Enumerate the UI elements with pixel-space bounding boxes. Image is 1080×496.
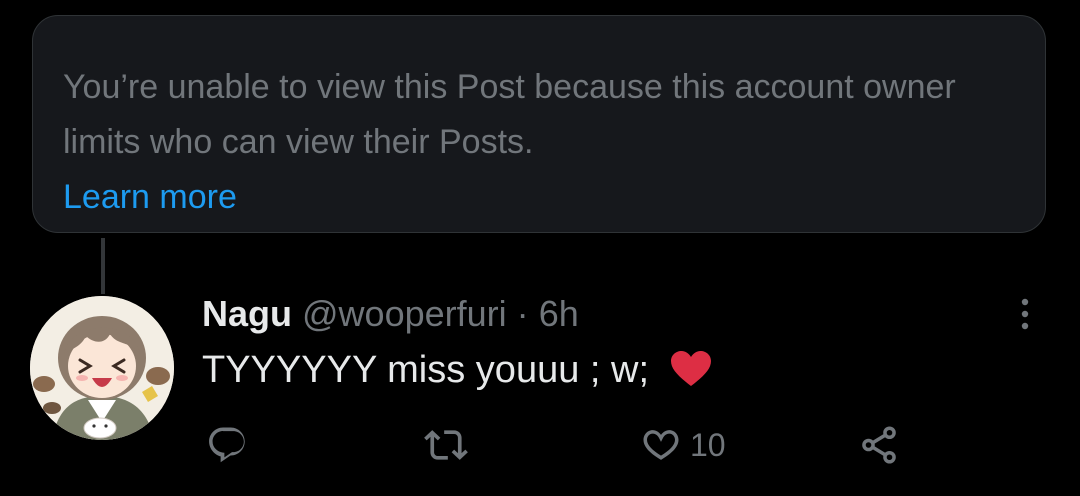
avatar[interactable]	[30, 296, 174, 440]
notice-message: You’re unable to view this Post because …	[63, 68, 956, 161]
heart-icon	[643, 430, 679, 460]
repost-icon	[424, 430, 468, 460]
like-count: 10	[690, 426, 726, 463]
share-icon	[862, 426, 896, 464]
restricted-post-notice: You’re unable to view this Post because …	[32, 15, 1046, 233]
post-text: TYYYYYY miss youuu ; w;	[202, 349, 650, 391]
repost-button[interactable]	[424, 422, 476, 468]
reply-button[interactable]	[206, 422, 256, 468]
learn-more-link[interactable]: Learn more	[63, 170, 237, 225]
author-handle[interactable]: @wooperfuri	[302, 293, 507, 334]
anime-character-avatar-icon	[30, 296, 174, 440]
thread-connector-line	[101, 238, 105, 294]
post-header: Nagu @wooperfuri · 6h	[202, 292, 579, 336]
author-name[interactable]: Nagu	[202, 293, 292, 334]
share-button[interactable]	[858, 422, 908, 468]
like-button[interactable]: 10	[640, 422, 726, 468]
more-options-button[interactable]	[1010, 292, 1040, 336]
post-timestamp[interactable]: 6h	[539, 293, 579, 334]
post-text-container: TYYYYYY miss youuu ; w;	[202, 346, 712, 400]
header-separator: ·	[516, 293, 529, 334]
more-dots-icon	[1021, 298, 1029, 330]
red-heart-emoji-icon	[670, 350, 712, 400]
reply-icon	[209, 427, 245, 463]
